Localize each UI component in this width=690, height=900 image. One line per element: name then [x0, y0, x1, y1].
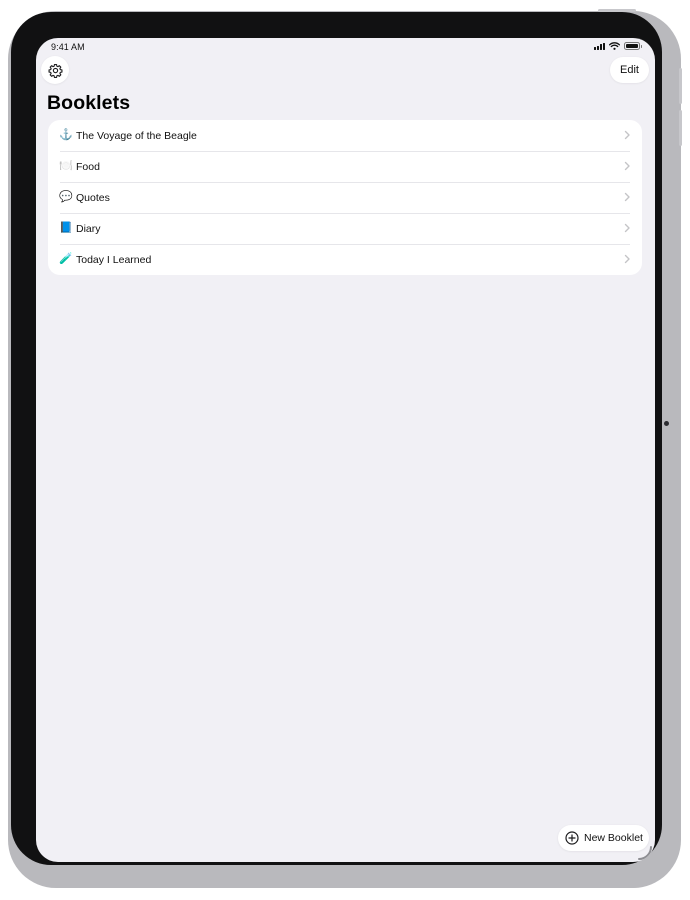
resize-grip-icon[interactable]	[635, 843, 653, 861]
booklet-label: Food	[76, 160, 100, 173]
top-button	[598, 9, 636, 12]
front-camera	[664, 421, 669, 426]
chevron-right-icon	[624, 130, 630, 140]
edit-button[interactable]: Edit	[610, 57, 649, 83]
booklet-row-quotes[interactable]: 💬 Quotes	[48, 182, 642, 213]
fork-knife-plate-icon: 🍽️	[59, 160, 73, 172]
chevron-right-icon	[624, 223, 630, 233]
volume-down-button	[679, 110, 682, 146]
booklet-row-today-i-learned[interactable]: 🧪 Today I Learned	[48, 244, 642, 275]
plus-circle-icon	[565, 831, 579, 845]
booklet-list: ⚓ The Voyage of the Beagle 🍽️ Food 💬 Quo…	[48, 120, 642, 275]
volume-up-button	[679, 68, 682, 104]
status-bar: 9:41 AM	[36, 38, 655, 58]
cellular-signal-icon	[594, 42, 605, 50]
booklet-label: Today I Learned	[76, 253, 152, 266]
anchor-icon: ⚓	[59, 129, 73, 141]
app-screen: 9:41 AM Edit Booklets ⚓ The Voyage of th…	[36, 38, 655, 862]
status-time: 9:41 AM	[51, 42, 85, 52]
blue-book-icon: 📘	[59, 222, 73, 234]
status-icons	[594, 42, 642, 50]
test-tube-icon: 🧪	[59, 253, 73, 265]
booklet-row-food[interactable]: 🍽️ Food	[48, 151, 642, 182]
booklet-label: Diary	[76, 222, 101, 235]
chevron-right-icon	[624, 192, 630, 202]
booklet-row-diary[interactable]: 📘 Diary	[48, 213, 642, 244]
settings-button[interactable]	[41, 56, 69, 84]
gear-icon	[48, 63, 62, 78]
battery-icon	[624, 42, 642, 50]
booklet-label: Quotes	[76, 191, 110, 204]
page-title: Booklets	[47, 92, 131, 114]
battery-level	[626, 44, 638, 48]
booklet-row-voyage-of-the-beagle[interactable]: ⚓ The Voyage of the Beagle	[48, 120, 642, 151]
wifi-icon	[609, 42, 620, 50]
speech-bubble-icon: 💬	[59, 191, 73, 203]
chevron-right-icon	[624, 161, 630, 171]
chevron-right-icon	[624, 254, 630, 264]
booklet-label: The Voyage of the Beagle	[76, 129, 197, 142]
